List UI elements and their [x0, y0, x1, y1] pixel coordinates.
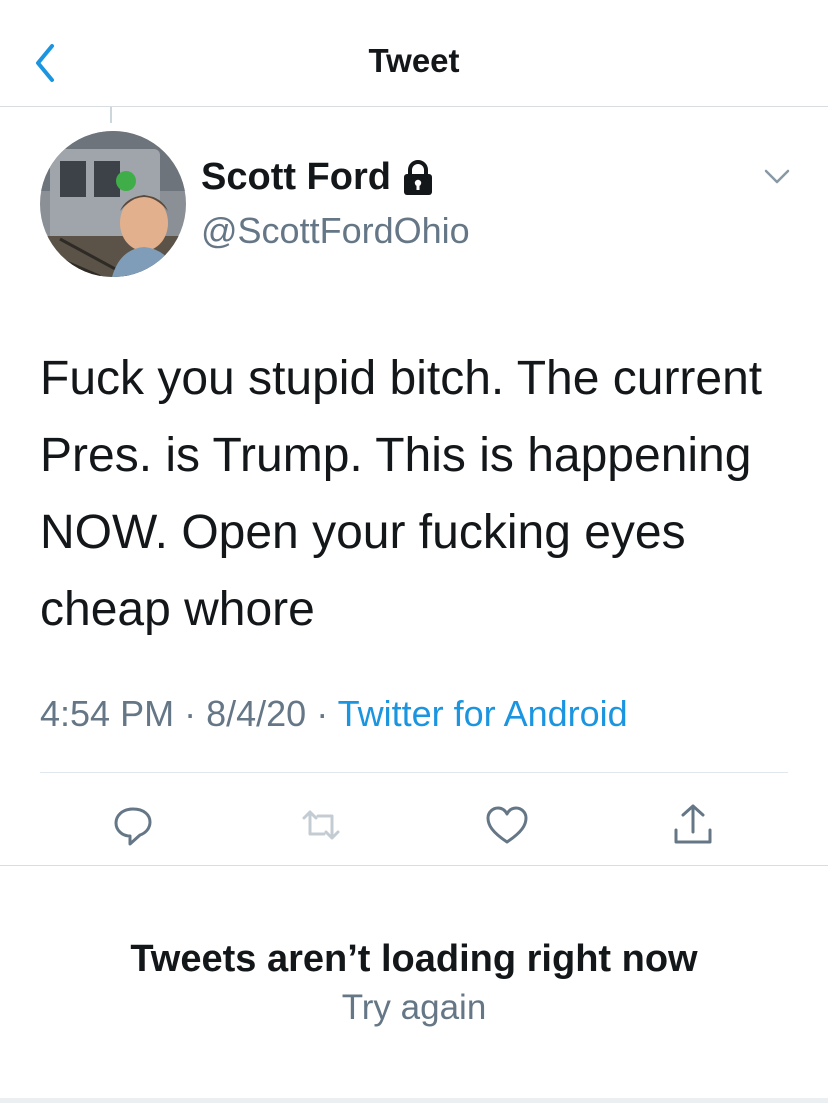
divider: [0, 865, 828, 866]
try-again-button[interactable]: Try again: [0, 988, 828, 1028]
page-title: Tweet: [368, 42, 460, 79]
top-bar: Tweet: [0, 0, 828, 107]
bottom-divider: [0, 1098, 828, 1103]
tweet-source-link[interactable]: Twitter for Android: [338, 693, 628, 734]
lock-icon: [403, 159, 432, 195]
divider: [40, 772, 788, 773]
like-icon: [486, 806, 528, 844]
tweet-time: 4:54 PM: [40, 693, 175, 734]
tweet-text: Fuck you stupid bitch. The current Pres.…: [40, 352, 763, 636]
author-handle: @ScottFordOhio: [201, 210, 470, 251]
chevron-down-icon: [764, 169, 790, 184]
reply-icon: [114, 807, 152, 846]
thread-connector: [110, 107, 112, 123]
like-button[interactable]: [482, 800, 532, 850]
error-message: Tweets aren’t loading right now: [130, 938, 698, 980]
reply-button[interactable]: [108, 800, 158, 850]
meta-separator: ·: [316, 693, 329, 734]
tweet-date: 8/4/20: [206, 693, 307, 734]
retweet-button[interactable]: [296, 800, 346, 850]
meta-separator: ·: [184, 693, 197, 734]
author-name[interactable]: Scott Ford: [201, 156, 435, 199]
author-name-text: Scott Ford: [201, 156, 391, 198]
tweet-meta: 4:54 PM · 8/4/20 · Twitter for Android: [40, 693, 628, 735]
tweet-options-button[interactable]: [760, 164, 794, 188]
share-icon: [674, 804, 712, 844]
share-button[interactable]: [668, 800, 718, 850]
tweet-actions: [0, 800, 828, 854]
avatar[interactable]: [40, 131, 186, 277]
retweet-icon: [302, 810, 340, 840]
